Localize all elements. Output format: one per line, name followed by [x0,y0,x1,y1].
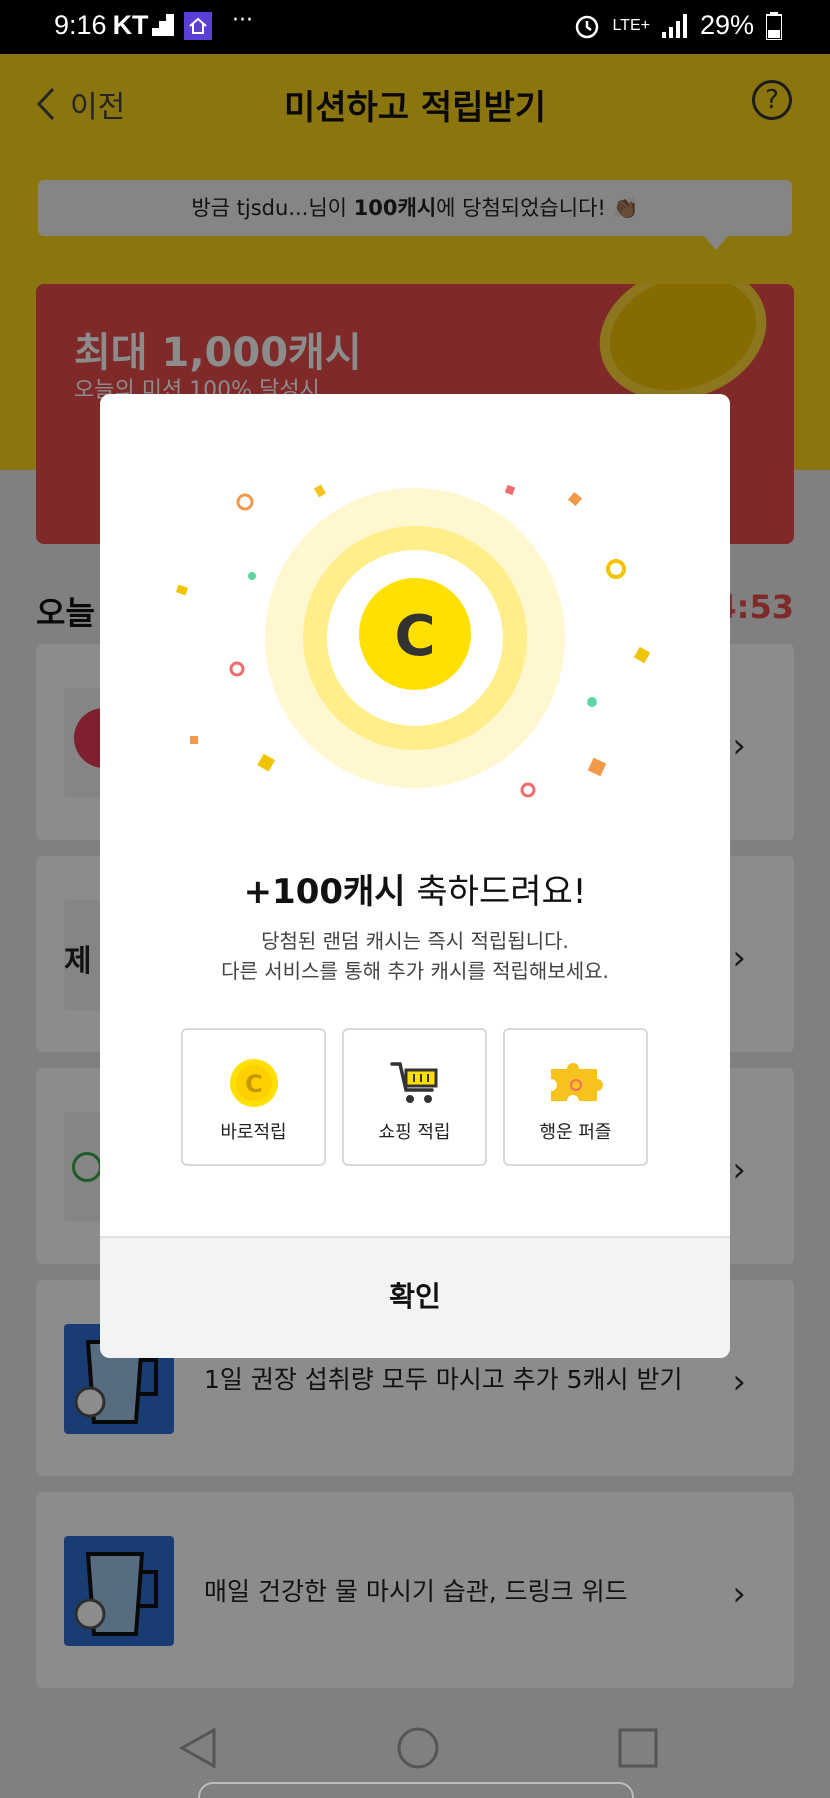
signal-steps-icon [152,14,174,36]
option-label: 쇼핑 적립 [378,1122,451,1143]
battery-icon [766,11,782,40]
nav-home-icon[interactable] [396,1726,440,1770]
coin-icon: C [229,1059,278,1107]
gesture-pill [198,1782,634,1798]
status-time: 9:16 KT [54,10,149,40]
status-bar: 9:16 KT ··· LTE+ 29% [0,0,830,54]
network-type-label: LTE+ [612,16,650,34]
svg-text:C: C [245,1070,263,1098]
lucky-puzzle-button[interactable]: 행운 퍼즐 [503,1028,648,1166]
carrier-label: KT [112,10,149,40]
battery-percent: 29% [699,10,754,40]
coin-burst-illustration: C [175,484,651,798]
home-network-icon [184,12,212,40]
nav-recents-icon[interactable] [618,1728,658,1768]
modal-title: +100캐시 축하드려요! [243,872,587,912]
option-label: 행운 퍼즐 [539,1122,612,1143]
instant-cash-button[interactable]: C 바로적립 [181,1028,326,1166]
nav-back-icon[interactable] [178,1726,218,1770]
more-notifications-icon: ··· [232,8,253,33]
option-label: 바로적립 [220,1122,287,1143]
reward-modal: C +100캐시 축하드려요! 당첨된 랜덤 캐시는 즉시 적립됩니다. 다른 … [100,394,730,1358]
shopping-cash-button[interactable]: 쇼핑 적립 [342,1028,487,1166]
coin-icon: C [394,604,435,669]
confirm-button[interactable]: 확인 [100,1236,730,1358]
alarm-icon [576,15,599,38]
cart-icon [389,1062,437,1103]
puzzle-icon [550,1063,603,1101]
modal-description: 당첨된 랜덤 캐시는 즉시 적립됩니다. 다른 서비스를 통해 추가 캐시를 적… [221,929,609,983]
cell-signal-icon [661,13,687,38]
